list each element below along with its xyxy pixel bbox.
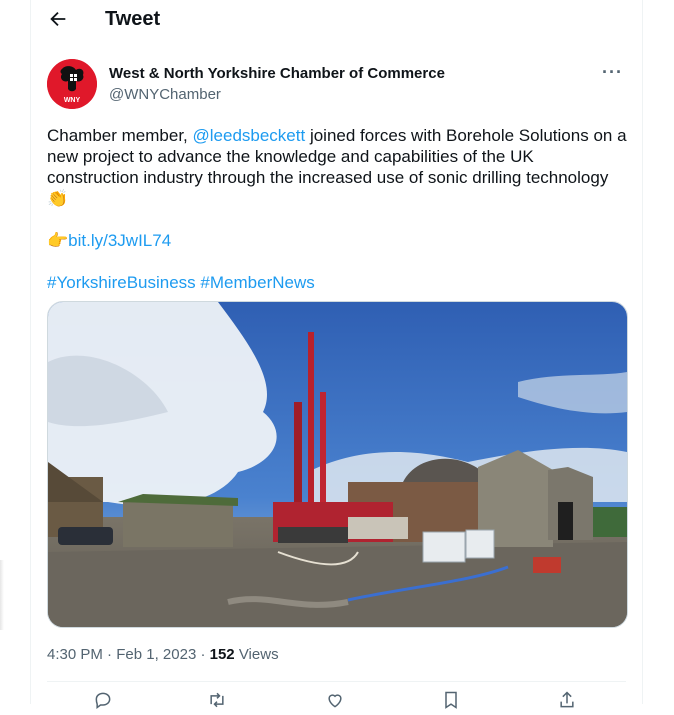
divider [47, 681, 626, 682]
author-row: WNY West & North Yorkshire Chamber of Co… [47, 58, 627, 112]
hashtag-membernews[interactable]: #MemberNews [200, 273, 314, 292]
like-icon [328, 694, 342, 708]
avatar[interactable]: WNY [47, 59, 97, 109]
top-bar: Tweet [31, 0, 642, 42]
bookmark-icon [445, 691, 457, 709]
views-label: Views [234, 646, 279, 663]
chamber-logo: WNY [47, 59, 97, 109]
avatar-text: WNY [64, 97, 81, 104]
share-icon [560, 691, 574, 708]
clap-emoji: 👏 [47, 189, 69, 208]
tweet-time[interactable]: 4:30 PM [47, 646, 103, 663]
more-icon[interactable]: ··· [602, 62, 623, 83]
back-arrow-icon [50, 11, 66, 27]
tweet-body: Chamber member, @leedsbeckett joined for… [47, 125, 627, 209]
drilling-rig-photo [48, 302, 627, 627]
point-emoji: 👉 [47, 231, 69, 250]
like-button[interactable] [325, 690, 349, 710]
action-bar [47, 690, 626, 710]
left-edge-shadow [0, 560, 4, 630]
hashtag-line: #YorkshireBusiness #MemberNews [47, 272, 627, 293]
tweet-photo[interactable] [47, 301, 628, 628]
author-handle[interactable]: @WNYChamber [109, 86, 221, 103]
retweet-icon [210, 692, 224, 708]
tweet-date[interactable]: Feb 1, 2023 [116, 646, 196, 663]
meta-separator: · [196, 646, 210, 663]
author-name[interactable]: West & North Yorkshire Chamber of Commer… [109, 65, 445, 82]
tweet-column: Tweet WNY West & North Yorkshire Chamber… [30, 0, 643, 709]
tweet-link-line: 👉bit.ly/3JwIL74 [47, 230, 627, 251]
bookmark-button[interactable] [441, 690, 465, 710]
retweet-button[interactable] [207, 690, 231, 710]
mention-link[interactable]: @leedsbeckett [193, 126, 306, 145]
tweet-text-part: Chamber member, [47, 126, 193, 145]
views-count: 152 [209, 646, 235, 663]
back-button[interactable] [47, 8, 71, 32]
reply-button[interactable] [93, 690, 117, 710]
reply-icon [95, 692, 111, 709]
hashtag-yorkshirebusiness[interactable]: #YorkshireBusiness [47, 273, 196, 292]
short-link[interactable]: bit.ly/3JwIL74 [68, 231, 171, 250]
tweet-meta: 4:30 PM · Feb 1, 2023 · 152 Views [47, 646, 279, 663]
page-title: Tweet [105, 8, 161, 30]
tweet-text: Chamber member, @leedsbeckett joined for… [47, 125, 627, 293]
meta-separator: · [102, 646, 117, 663]
share-button[interactable] [557, 690, 581, 710]
